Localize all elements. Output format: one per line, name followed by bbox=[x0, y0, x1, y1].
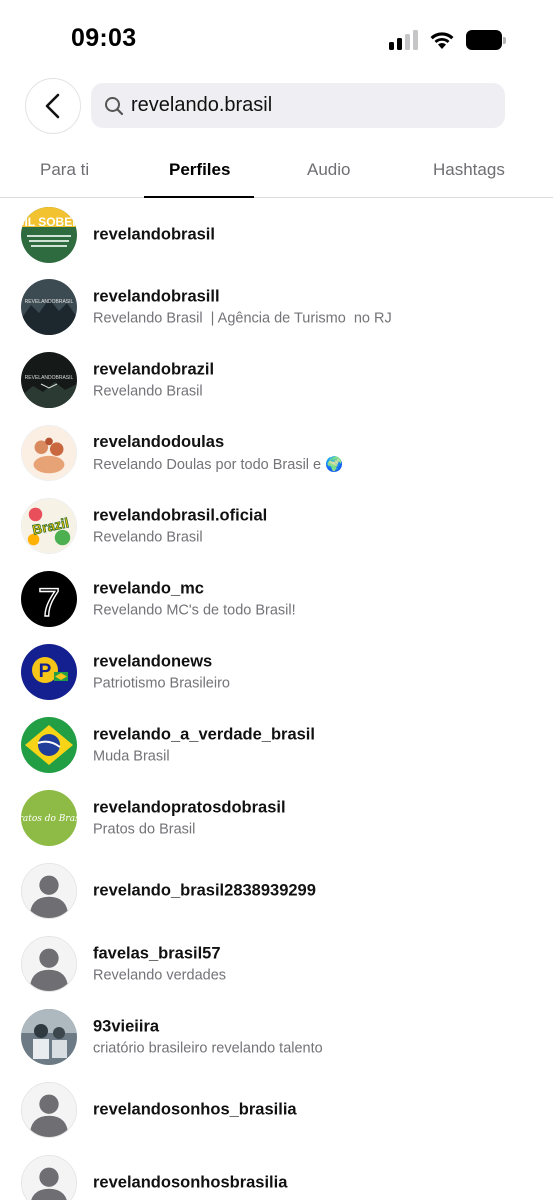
back-button[interactable] bbox=[25, 78, 81, 134]
profile-username: revelandobrasil bbox=[93, 225, 215, 243]
profile-row[interactable]: 93vieiira criatório brasileiro revelando… bbox=[0, 1000, 553, 1073]
avatar: Pratos do Brasil bbox=[21, 789, 77, 846]
battery-icon bbox=[466, 30, 506, 50]
avatar: P bbox=[21, 643, 77, 700]
profile-fullname: Revelando Brasil bbox=[93, 383, 203, 399]
profile-row[interactable]: revelando_a_verdade_brasil Muda Brasil bbox=[0, 708, 553, 781]
avatar bbox=[21, 424, 77, 481]
profile-row[interactable]: 7 revelando_mc Revelando MC's de todo Br… bbox=[0, 562, 553, 635]
wifi-icon bbox=[430, 32, 454, 49]
avatar bbox=[21, 716, 77, 773]
profile-row[interactable]: favelas_brasil57 Revelando verdades bbox=[0, 927, 553, 1000]
profile-row[interactable]: P revelandonews Patriotismo Brasileiro bbox=[0, 635, 553, 708]
avatar: 7 bbox=[21, 570, 77, 627]
search-tabs: Para ti Perfiles Audio Hashtags bbox=[0, 150, 553, 198]
profile-username: revelandobrasill bbox=[93, 287, 220, 305]
profile-fullname: Muda Brasil bbox=[93, 748, 170, 764]
avatar: BRASIL SOBERANO bbox=[21, 206, 77, 263]
profile-fullname: Revelando verdades bbox=[93, 967, 227, 983]
profile-row[interactable]: revelandodoulas Revelando Doulas por tod… bbox=[0, 416, 553, 489]
tab-audio[interactable]: Audio bbox=[307, 160, 350, 180]
status-icons bbox=[389, 29, 506, 51]
search-header bbox=[0, 78, 553, 136]
profile-row[interactable]: REVELANDOBRASIL revelandobrasill Revelan… bbox=[0, 270, 553, 343]
profile-fullname: Revelando Brasil | Agência de Turismo no… bbox=[93, 310, 392, 326]
tab-perfiles[interactable]: Perfiles bbox=[169, 160, 230, 180]
profile-fullname: criatório brasileiro revelando talento bbox=[93, 1040, 323, 1056]
profile-row[interactable]: BRASIL SOBERANO revelandobrasil bbox=[0, 198, 553, 271]
avatar-logo-text: REVELANDOBRASIL bbox=[25, 299, 74, 305]
tab-para-ti[interactable]: Para ti bbox=[40, 160, 89, 180]
default-avatar-icon bbox=[21, 1081, 77, 1138]
search-input[interactable] bbox=[131, 94, 491, 117]
profile-fullname: Pratos do Brasil bbox=[93, 821, 196, 837]
profile-row[interactable]: REVELANDOBRASIL revelandobrazil Reveland… bbox=[0, 343, 553, 416]
status-time: 09:03 bbox=[71, 24, 137, 52]
profile-username: favelas_brasil57 bbox=[93, 944, 221, 962]
default-avatar-icon bbox=[21, 1154, 77, 1200]
avatar: REVELANDOBRASIL bbox=[21, 351, 77, 408]
avatar: Brazil bbox=[21, 497, 77, 554]
profile-fullname: Revelando Brasil bbox=[93, 529, 203, 545]
avatar bbox=[21, 1008, 77, 1065]
profile-username: revelandobrazil bbox=[93, 360, 215, 378]
avatar-logo-text: Pratos do Brasil bbox=[21, 814, 77, 824]
profile-username: 93vieiira bbox=[93, 1017, 160, 1035]
default-avatar-icon bbox=[21, 935, 77, 992]
avatar-logo-text: 7 bbox=[38, 581, 60, 625]
profile-username: revelandonews bbox=[93, 652, 213, 670]
search-box[interactable] bbox=[91, 83, 505, 128]
profile-fullname: Revelando Doulas por todo Brasil e 🌍 bbox=[93, 456, 344, 473]
profile-username: revelando_a_verdade_brasil bbox=[93, 725, 315, 743]
profile-fullname: Patriotismo Brasileiro bbox=[93, 675, 230, 691]
avatar: REVELANDOBRASIL bbox=[21, 278, 77, 335]
profile-fullname: Revelando MC's de todo Brasil! bbox=[93, 602, 296, 618]
profile-username: revelandosonhos_brasilia bbox=[93, 1100, 297, 1118]
avatar-logo-text: P bbox=[39, 661, 52, 682]
profile-row[interactable]: revelando_brasil2838939299 bbox=[0, 854, 553, 927]
avatar-logo-text: REVELANDOBRASIL bbox=[25, 375, 74, 381]
profile-username: revelando_mc bbox=[93, 579, 204, 597]
default-avatar-icon bbox=[21, 862, 77, 919]
profile-username: revelandosonhosbrasilia bbox=[93, 1173, 288, 1191]
cellular-signal-icon bbox=[389, 30, 418, 50]
search-icon bbox=[103, 95, 125, 117]
tab-hashtags[interactable]: Hashtags bbox=[433, 160, 505, 180]
profile-username: revelando_brasil2838939299 bbox=[93, 881, 316, 899]
back-arrow-icon bbox=[45, 93, 60, 119]
profile-row[interactable]: Brazil revelandobrasil.oficial Revelando… bbox=[0, 489, 553, 562]
profile-row[interactable]: Pratos do Brasil revelandopratosdobrasil… bbox=[0, 781, 553, 854]
profile-row[interactable]: revelandosonhosbrasilia bbox=[0, 1146, 553, 1200]
profile-username: revelandopratosdobrasil bbox=[93, 798, 286, 816]
profile-username: revelandobrasil.oficial bbox=[93, 506, 268, 524]
profile-row[interactable]: revelandosonhos_brasilia bbox=[0, 1073, 553, 1146]
status-bar: 09:03 bbox=[0, 0, 553, 78]
avatar-logo-text: BRASIL SOBERANO bbox=[21, 215, 77, 229]
profile-username: revelandodoulas bbox=[93, 432, 225, 451]
